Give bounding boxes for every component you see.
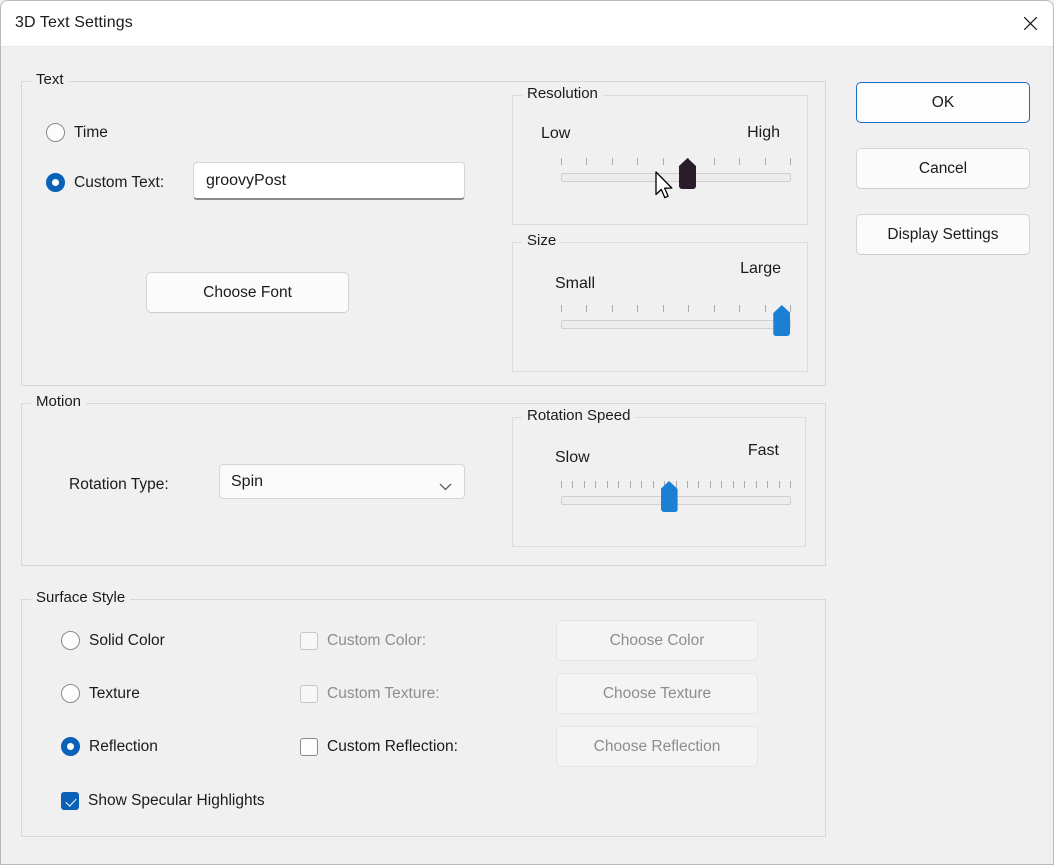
checkbox-custom-texture[interactable]: Custom Texture:: [300, 685, 440, 703]
resolution-slider[interactable]: Low High: [513, 96, 809, 226]
radio-time-indicator: [46, 123, 65, 142]
ok-button[interactable]: OK: [856, 82, 1030, 123]
resolution-max-label: High: [747, 124, 780, 142]
radio-reflection-indicator: [61, 737, 80, 756]
surface-style-group: Surface Style Solid Color Texture Reflec…: [21, 599, 826, 837]
checkbox-custom-color-label: Custom Color:: [327, 632, 426, 650]
checkbox-show-specular-highlights-indicator: [61, 792, 79, 810]
radio-custom-text[interactable]: Custom Text:: [46, 173, 164, 192]
resolution-track[interactable]: [561, 173, 791, 182]
radio-texture-indicator: [61, 684, 80, 703]
size-group: Size Small Large: [512, 242, 808, 372]
motion-group: Motion Rotation Type: Spin Rotation Spee…: [21, 403, 826, 566]
rotation-type-select[interactable]: Spin: [219, 464, 465, 499]
checkbox-custom-texture-indicator: [300, 685, 318, 703]
radio-solid-color-indicator: [61, 631, 80, 650]
radio-time-label: Time: [74, 124, 108, 142]
choose-color-button[interactable]: Choose Color: [556, 620, 758, 661]
size-ticks: [561, 305, 791, 312]
radio-time[interactable]: Time: [46, 123, 108, 142]
window-title: 3D Text Settings: [15, 14, 133, 32]
checkbox-show-specular-highlights-label: Show Specular Highlights: [88, 792, 265, 810]
rotation-speed-max-label: Fast: [748, 442, 779, 460]
choose-reflection-button[interactable]: Choose Reflection: [556, 726, 758, 767]
radio-custom-text-indicator: [46, 173, 65, 192]
checkbox-show-specular-highlights[interactable]: Show Specular Highlights: [61, 792, 265, 810]
rotation-speed-group: Rotation Speed Slow Fast: [512, 417, 806, 547]
radio-texture-label: Texture: [89, 685, 140, 703]
resolution-ticks: [561, 158, 791, 165]
cancel-button[interactable]: Cancel: [856, 148, 1030, 189]
radio-custom-text-label: Custom Text:: [74, 174, 164, 192]
size-track[interactable]: [561, 320, 791, 329]
size-min-label: Small: [555, 275, 595, 293]
checkbox-custom-reflection[interactable]: Custom Reflection:: [300, 738, 458, 756]
checkbox-custom-reflection-indicator: [300, 738, 318, 756]
custom-text-input[interactable]: groovyPost: [193, 162, 465, 200]
motion-group-label: Motion: [31, 393, 86, 410]
checkbox-custom-reflection-label: Custom Reflection:: [327, 738, 458, 756]
resolution-group: Resolution Low High: [512, 95, 808, 225]
checkbox-custom-texture-label: Custom Texture:: [327, 685, 440, 703]
rotation-speed-min-label: Slow: [555, 449, 590, 467]
choose-font-button[interactable]: Choose Font: [146, 272, 349, 313]
checkbox-custom-color-indicator: [300, 632, 318, 650]
radio-solid-color[interactable]: Solid Color: [61, 631, 165, 650]
radio-solid-color-label: Solid Color: [89, 632, 165, 650]
surface-style-group-label: Surface Style: [31, 589, 130, 606]
checkbox-custom-color[interactable]: Custom Color:: [300, 632, 426, 650]
title-bar: 3D Text Settings: [1, 1, 1054, 47]
choose-texture-button[interactable]: Choose Texture: [556, 673, 758, 714]
size-slider[interactable]: Small Large: [513, 243, 809, 373]
rotation-speed-slider[interactable]: Slow Fast: [513, 418, 807, 548]
display-settings-button[interactable]: Display Settings: [856, 214, 1030, 255]
radio-reflection[interactable]: Reflection: [61, 737, 158, 756]
radio-reflection-label: Reflection: [89, 738, 158, 756]
resolution-min-label: Low: [541, 125, 570, 143]
text-group: Text Time Custom Text: groovyPost Choose…: [21, 81, 826, 386]
close-icon[interactable]: [1005, 1, 1054, 46]
size-max-label: Large: [740, 260, 781, 278]
rotation-type-value: Spin: [231, 473, 263, 491]
text-group-label: Text: [31, 71, 69, 88]
radio-texture[interactable]: Texture: [61, 684, 140, 703]
rotation-type-label: Rotation Type:: [69, 476, 169, 494]
dialog-window: 3D Text Settings Text Time Custom Text: …: [0, 0, 1054, 865]
chevron-down-icon: [439, 478, 452, 496]
rotation-speed-ticks: [561, 481, 791, 488]
